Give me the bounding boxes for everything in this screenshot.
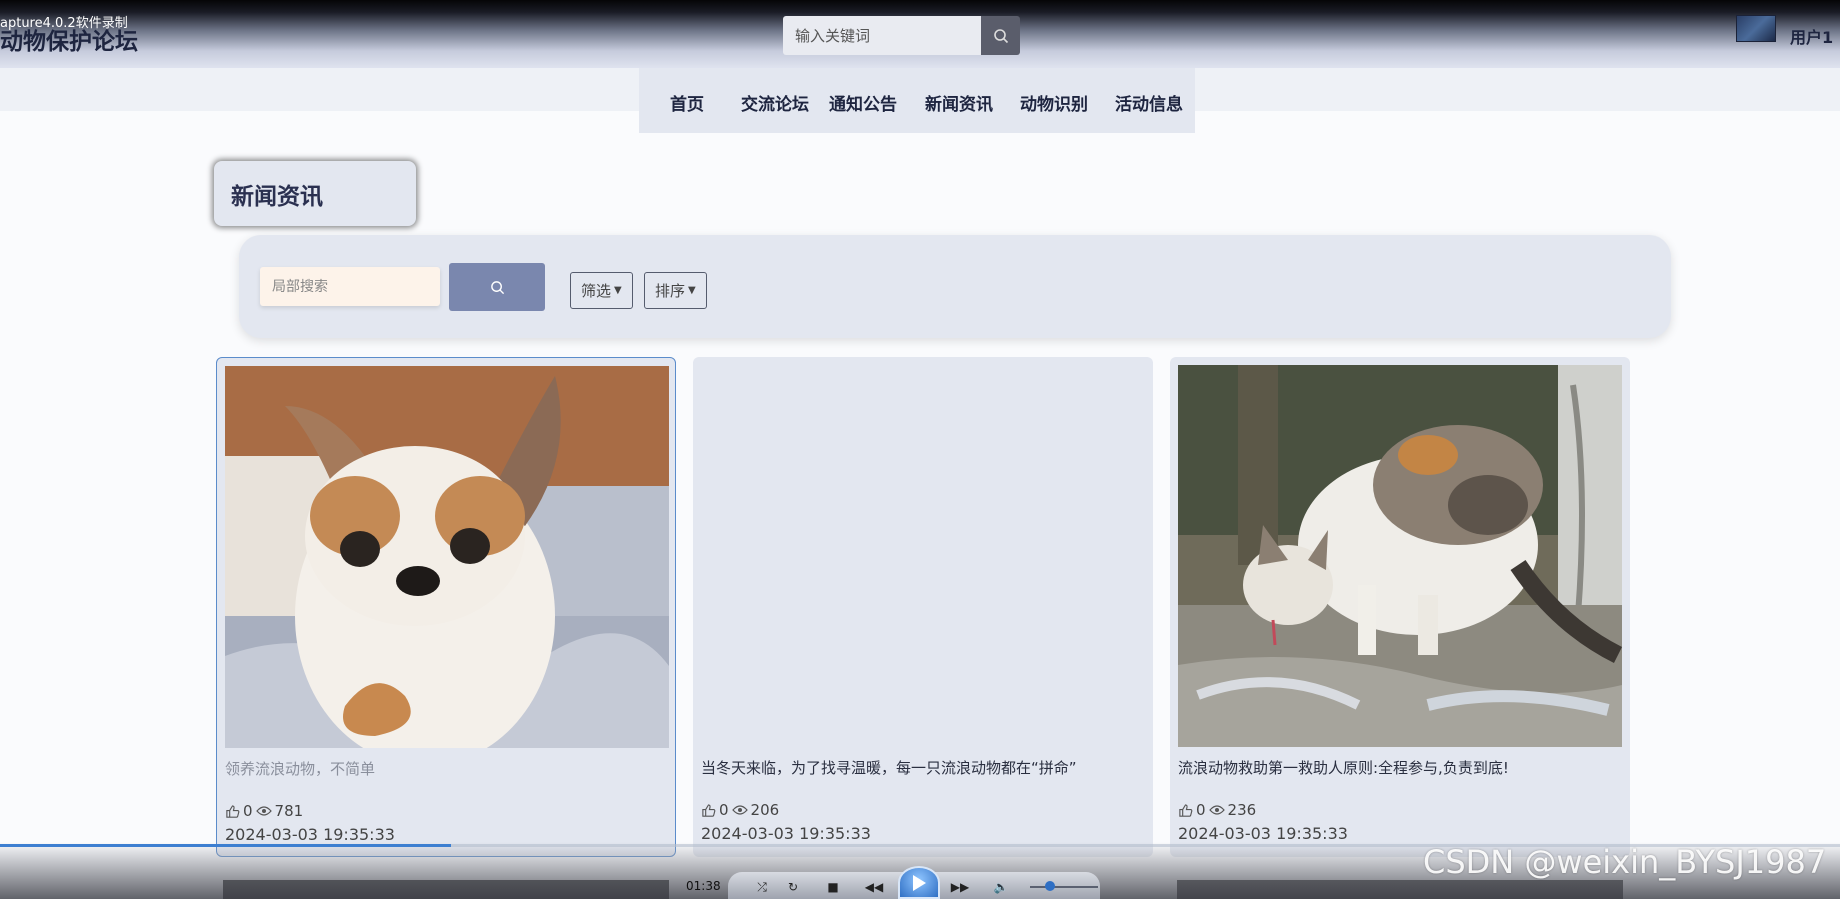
avatar[interactable]: [1736, 15, 1776, 42]
play-button[interactable]: [898, 866, 940, 899]
volume-icon[interactable]: 🔈: [990, 878, 1012, 896]
page-title: 新闻资讯: [214, 161, 416, 226]
news-card-stats: 0 781: [225, 802, 303, 820]
repeat-icon[interactable]: ↻: [782, 878, 804, 896]
local-search-button[interactable]: [449, 263, 545, 311]
nav-item-forum[interactable]: 交流论坛: [741, 90, 809, 115]
news-card[interactable]: 当冬天来临，为了找寻温暖，每一只流浪动物都在“拼命” 0 206 2024-03…: [693, 357, 1153, 857]
eye-icon: [731, 805, 748, 815]
nav-item-activities[interactable]: 活动信息: [1115, 90, 1183, 115]
news-card-image[interactable]: [225, 366, 669, 748]
header-search: [783, 16, 1020, 55]
recorder-label: apture4.0.2软件录制: [0, 16, 128, 31]
playback-time: 01:38: [686, 879, 721, 893]
sort-dropdown-label: 排序: [655, 282, 686, 300]
caret-down-icon: ▼: [688, 285, 696, 296]
thumbs-up-icon[interactable]: [225, 804, 240, 819]
search-icon: [490, 280, 504, 294]
play-icon: [913, 874, 926, 891]
stop-icon[interactable]: ■: [822, 878, 844, 896]
local-search-input[interactable]: [260, 267, 440, 306]
filter-dropdown-label: 筛选: [581, 282, 612, 300]
fast-forward-icon[interactable]: ▶▶: [949, 878, 971, 896]
view-count: 236: [1227, 801, 1257, 819]
like-count: 0: [1196, 801, 1206, 819]
search-icon: [993, 28, 1008, 43]
thumbs-up-icon[interactable]: [1178, 803, 1193, 818]
thumbs-up-icon[interactable]: [701, 803, 716, 818]
like-count: 0: [719, 801, 729, 819]
shuffle-icon[interactable]: ⤮: [751, 878, 773, 896]
volume-slider[interactable]: [1030, 886, 1098, 888]
filter-dropdown[interactable]: 筛选 ▼: [570, 272, 633, 309]
news-card-date: 2024-03-03 19:35:33: [1178, 824, 1348, 843]
header-search-button[interactable]: [981, 16, 1020, 55]
news-card[interactable]: 领养流浪动物，不简单 0 781 2024-03-03 19:35:33: [216, 357, 676, 857]
view-count: 206: [750, 801, 780, 819]
news-card-title[interactable]: 领养流浪动物，不简单: [225, 758, 665, 779]
watermark: CSDN @weixin_BYSJ1987: [1423, 843, 1827, 881]
news-card-title[interactable]: 流浪动物救助第一救助人原则:全程参与,负责到底!: [1178, 757, 1618, 778]
view-count: 781: [274, 802, 304, 820]
eye-icon: [1208, 805, 1225, 815]
news-card-image-placeholder[interactable]: [701, 365, 1145, 747]
nav-item-news[interactable]: 新闻资讯: [925, 90, 993, 115]
news-card-image[interactable]: [1178, 365, 1622, 747]
news-card[interactable]: 流浪动物救助第一救助人原则:全程参与,负责到底! 0 236 2024-03-0…: [1170, 357, 1630, 857]
rewind-icon[interactable]: ◀◀: [863, 878, 885, 896]
caret-down-icon: ▼: [614, 285, 622, 296]
video-progress-fill: [0, 844, 451, 847]
sort-dropdown[interactable]: 排序 ▼: [644, 272, 707, 309]
eye-icon: [255, 806, 272, 816]
header-search-input[interactable]: [783, 16, 981, 55]
nav-item-animal-id[interactable]: 动物识别: [1020, 90, 1088, 115]
main-nav: 首页 交流论坛 通知公告 新闻资讯 动物识别 活动信息: [639, 68, 1195, 133]
username[interactable]: 用户1: [1790, 24, 1833, 48]
like-count: 0: [243, 802, 253, 820]
nav-item-notices[interactable]: 通知公告: [829, 90, 897, 115]
news-card-stats: 0 236: [1178, 801, 1256, 819]
news-card-date: 2024-03-03 19:35:33: [701, 824, 871, 843]
news-card-title[interactable]: 当冬天来临，为了找寻温暖，每一只流浪动物都在“拼命”: [701, 757, 1141, 778]
nav-item-home[interactable]: 首页: [670, 90, 704, 115]
news-card-stats: 0 206: [701, 801, 779, 819]
